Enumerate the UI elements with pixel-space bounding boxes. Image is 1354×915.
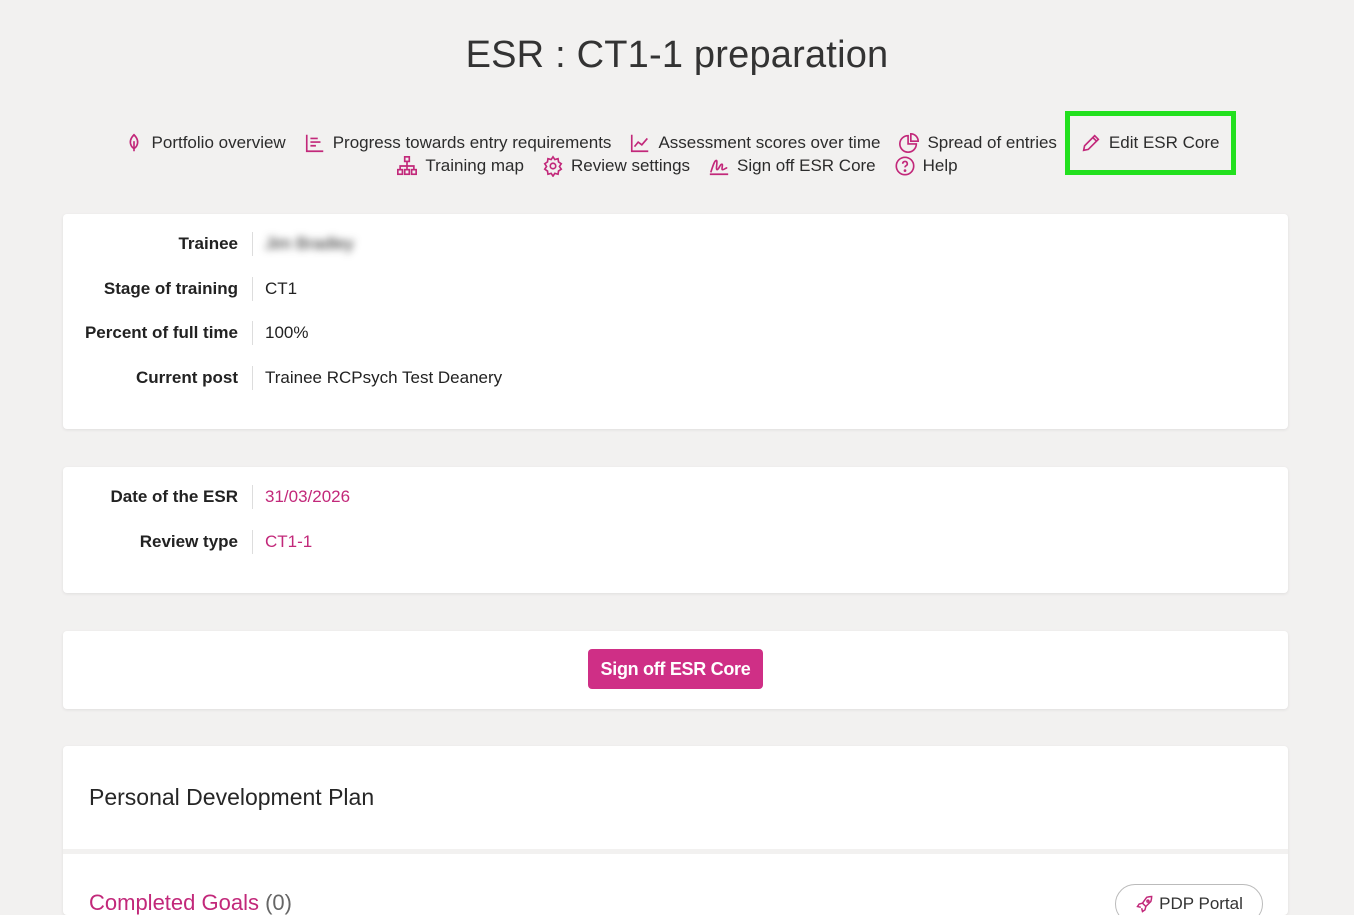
- divider: [63, 849, 1288, 854]
- date-value-link[interactable]: 31/03/2026: [253, 485, 350, 509]
- review-type-row: Review type CT1-1: [63, 529, 312, 555]
- post-row: Current post Trainee RCPsych Test Deaner…: [63, 365, 502, 391]
- stage-row: Stage of training CT1: [63, 276, 297, 302]
- nav-label: Review settings: [570, 156, 691, 175]
- trainee-label: Trainee: [63, 232, 253, 256]
- pdp-portal-button[interactable]: PDP Portal: [1115, 884, 1263, 915]
- nav-sign-off-esr-core[interactable]: Sign off ESR Core: [708, 150, 876, 182]
- gear-icon: [543, 155, 563, 177]
- percent-row: Percent of full time 100%: [63, 320, 308, 346]
- percent-label: Percent of full time: [63, 321, 253, 345]
- trainee-details-card: Trainee Jim Bradley Stage of training CT…: [63, 214, 1288, 429]
- percent-value: 100%: [265, 323, 309, 342]
- trainee-row: Trainee Jim Bradley: [63, 231, 354, 257]
- nav-review-settings[interactable]: Review settings: [542, 150, 690, 182]
- completed-goals-link[interactable]: Completed Goals (0): [89, 890, 292, 915]
- trainee-name: Jim Bradley: [265, 234, 354, 253]
- stage-value: CT1: [265, 279, 298, 298]
- pdp-portal-label: PDP Portal: [1159, 894, 1243, 913]
- pdp-title: Personal Development Plan: [89, 784, 375, 810]
- completed-goals-count: (0): [265, 890, 292, 915]
- date-row: Date of the ESR 31/03/2026: [63, 484, 350, 510]
- review-type-link[interactable]: CT1-1: [253, 530, 312, 554]
- completed-goals-label: Completed Goals: [89, 890, 259, 915]
- pdp-card: Personal Development Plan Completed Goal…: [63, 746, 1288, 915]
- sitemap-icon: [397, 156, 418, 176]
- review-type-label: Review type: [63, 530, 253, 554]
- rocket-icon: [1136, 895, 1153, 913]
- nav-row-secondary: Training map Review settings Sign off ES…: [0, 150, 1354, 182]
- nav-training-map[interactable]: Training map: [396, 150, 524, 182]
- nav-help[interactable]: Help: [894, 150, 958, 182]
- page-title: ESR : CT1-1 preparation: [465, 34, 889, 76]
- sign-off-button[interactable]: Sign off ESR Core: [588, 649, 763, 689]
- question-icon: [895, 156, 915, 176]
- signoff-card: Sign off ESR Core: [63, 631, 1288, 709]
- post-label: Current post: [63, 366, 253, 390]
- nav-label: Sign off ESR Core: [737, 156, 876, 175]
- nav-label: Help: [922, 156, 958, 175]
- esr-details-card: Date of the ESR 31/03/2026 Review type C…: [63, 467, 1288, 593]
- date-label: Date of the ESR: [63, 485, 253, 509]
- stage-label: Stage of training: [63, 277, 253, 301]
- signature-icon: [709, 159, 729, 176]
- nav-label: Training map: [425, 156, 524, 175]
- post-value: Trainee RCPsych Test Deanery: [265, 368, 503, 387]
